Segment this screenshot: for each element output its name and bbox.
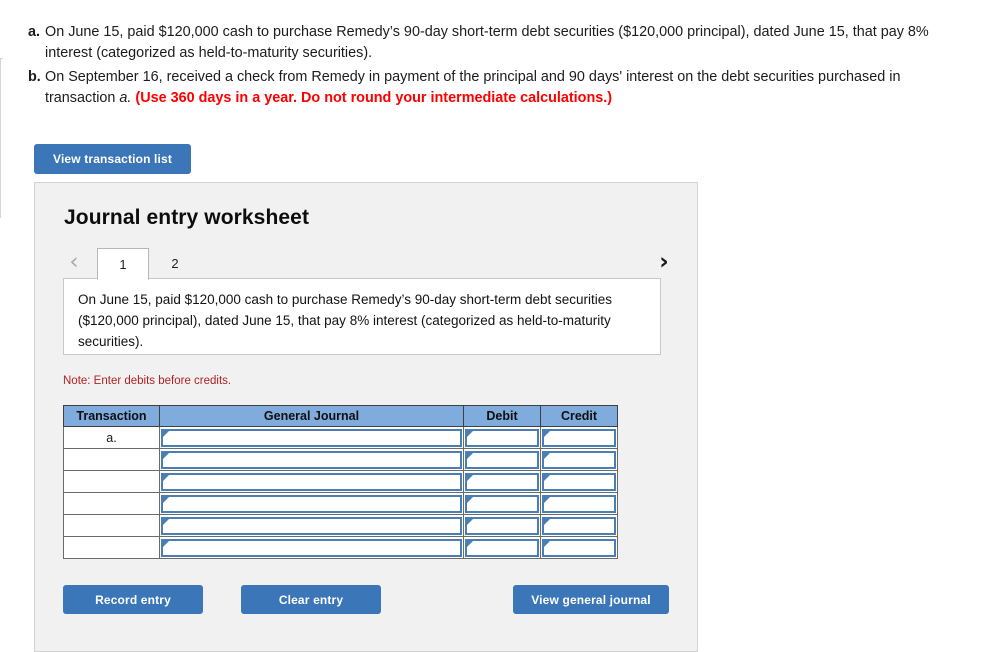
instruction-text-b: On September 16, received a check from R… bbox=[45, 67, 968, 109]
transaction-label-cell bbox=[63, 470, 160, 493]
instruction-item-b: b. On September 16, received a check fro… bbox=[28, 67, 968, 109]
transaction-label-cell bbox=[63, 492, 160, 515]
view-transaction-list-button[interactable]: View transaction list bbox=[34, 144, 191, 174]
instruction-item-a: a. On June 15, paid $120,000 cash to pur… bbox=[28, 22, 968, 64]
debit-field-6[interactable] bbox=[465, 538, 539, 557]
credit-field-2[interactable] bbox=[542, 450, 616, 469]
table-header-row: Transaction General Journal Debit Credit bbox=[63, 405, 618, 427]
instruction-emphasis: (Use 360 days in a year. Do not round yo… bbox=[135, 90, 613, 106]
left-container-rule bbox=[0, 58, 1, 218]
debit-input-cell[interactable] bbox=[463, 492, 541, 515]
credit-field-5[interactable] bbox=[542, 516, 616, 535]
column-header-debit: Debit bbox=[463, 405, 541, 427]
debit-field-5[interactable] bbox=[465, 516, 539, 535]
general-journal-dropdown-6[interactable] bbox=[161, 538, 462, 557]
left-container-rule-cap bbox=[0, 58, 3, 59]
table-row bbox=[63, 470, 618, 493]
debit-field-4[interactable] bbox=[465, 494, 539, 513]
table-row bbox=[63, 514, 618, 537]
debit-input-cell[interactable] bbox=[463, 448, 541, 471]
debit-field-3[interactable] bbox=[465, 472, 539, 491]
transaction-description-text: On June 15, paid $120,000 cash to purcha… bbox=[78, 292, 613, 349]
clear-entry-button[interactable]: Clear entry bbox=[241, 585, 381, 614]
credit-input-cell[interactable] bbox=[540, 426, 618, 449]
debit-input-cell[interactable] bbox=[463, 536, 541, 559]
credit-input-cell[interactable] bbox=[540, 514, 618, 537]
table-row bbox=[63, 448, 618, 471]
record-entry-button[interactable]: Record entry bbox=[63, 585, 203, 614]
general-journal-input-cell[interactable] bbox=[159, 448, 464, 471]
general-journal-dropdown-1[interactable] bbox=[161, 428, 462, 447]
credit-field-1[interactable] bbox=[542, 428, 616, 447]
transaction-description-box: On June 15, paid $120,000 cash to purcha… bbox=[63, 278, 661, 355]
view-general-journal-button[interactable]: View general journal bbox=[513, 585, 669, 614]
general-journal-input-cell[interactable] bbox=[159, 514, 464, 537]
credit-input-cell[interactable] bbox=[540, 492, 618, 515]
general-journal-input-cell[interactable] bbox=[159, 492, 464, 515]
debit-field-1[interactable] bbox=[465, 428, 539, 447]
transaction-label-cell bbox=[63, 448, 160, 471]
credit-field-3[interactable] bbox=[542, 472, 616, 491]
debits-before-credits-note: Note: Enter debits before credits. bbox=[63, 375, 232, 387]
credit-input-cell[interactable] bbox=[540, 536, 618, 559]
table-row bbox=[63, 492, 618, 515]
column-header-transaction: Transaction bbox=[63, 405, 160, 427]
journal-entry-worksheet-panel: Journal entry worksheet ‹ 1 2 › On June … bbox=[34, 182, 698, 652]
general-journal-input-cell[interactable] bbox=[159, 536, 464, 559]
credit-input-cell[interactable] bbox=[540, 470, 618, 493]
worksheet-title: Journal entry worksheet bbox=[64, 206, 310, 229]
chevron-right-icon[interactable]: › bbox=[653, 245, 675, 279]
chevron-left-icon[interactable]: ‹ bbox=[63, 245, 85, 279]
debit-input-cell[interactable] bbox=[463, 470, 541, 493]
tab-1[interactable]: 1 bbox=[97, 248, 149, 280]
transaction-label-cell: a. bbox=[63, 426, 160, 449]
general-journal-dropdown-3[interactable] bbox=[161, 472, 462, 491]
column-header-general-journal: General Journal bbox=[159, 405, 464, 427]
credit-field-6[interactable] bbox=[542, 538, 616, 557]
credit-field-4[interactable] bbox=[542, 494, 616, 513]
table-row bbox=[63, 536, 618, 559]
general-journal-input-cell[interactable] bbox=[159, 470, 464, 493]
transaction-label-cell bbox=[63, 536, 160, 559]
instruction-marker-a: a. bbox=[28, 24, 41, 40]
instruction-italic-ref: a. bbox=[119, 90, 132, 106]
instruction-marker-b: b. bbox=[28, 69, 41, 85]
transaction-label-cell bbox=[63, 514, 160, 537]
credit-input-cell[interactable] bbox=[540, 448, 618, 471]
tab-2[interactable]: 2 bbox=[149, 247, 201, 279]
general-journal-input-cell[interactable] bbox=[159, 426, 464, 449]
debit-field-2[interactable] bbox=[465, 450, 539, 469]
general-journal-dropdown-5[interactable] bbox=[161, 516, 462, 535]
instructions-block: a. On June 15, paid $120,000 cash to pur… bbox=[28, 22, 968, 109]
column-header-credit: Credit bbox=[540, 405, 618, 427]
journal-entry-table: Transaction General Journal Debit Credit… bbox=[63, 405, 618, 559]
table-row: a. bbox=[63, 426, 618, 449]
instruction-text-a: On June 15, paid $120,000 cash to purcha… bbox=[45, 24, 929, 61]
general-journal-dropdown-2[interactable] bbox=[161, 450, 462, 469]
debit-input-cell[interactable] bbox=[463, 514, 541, 537]
general-journal-dropdown-4[interactable] bbox=[161, 494, 462, 513]
worksheet-tabs: 1 2 bbox=[97, 245, 201, 280]
worksheet-tabstrip: ‹ 1 2 › bbox=[63, 245, 675, 280]
debit-input-cell[interactable] bbox=[463, 426, 541, 449]
